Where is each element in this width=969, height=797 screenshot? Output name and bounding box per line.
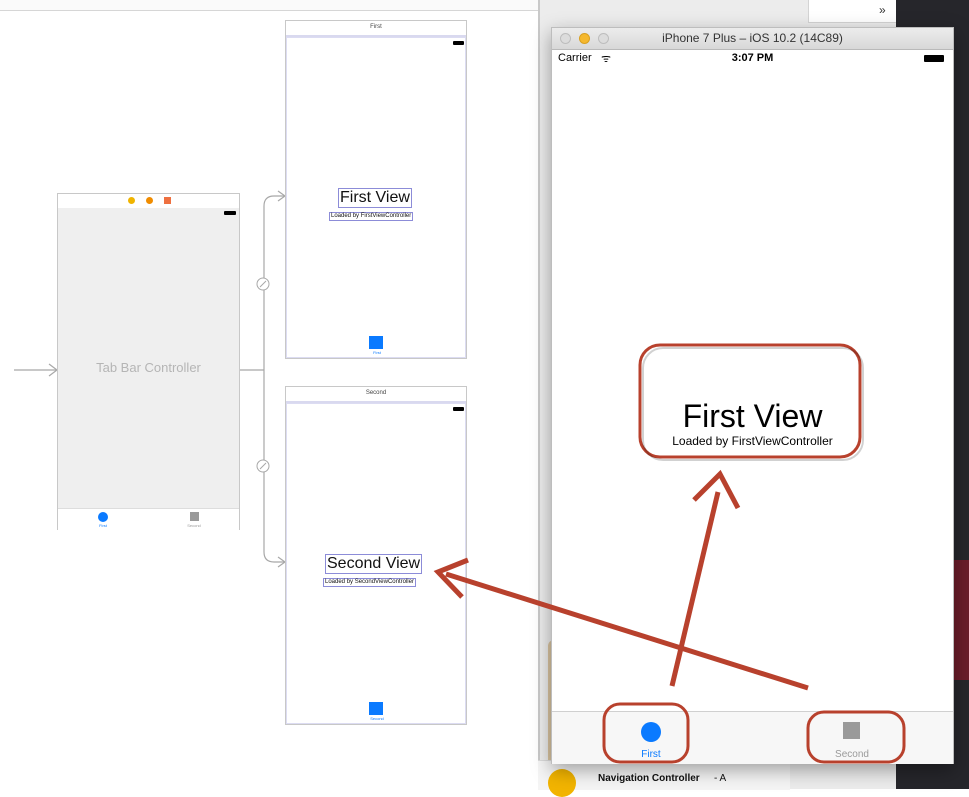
second-tab-square-icon[interactable] (190, 512, 199, 521)
status-time: 3:07 PM (731, 52, 774, 64)
navigation-controller-icon (548, 769, 576, 797)
tab-bar-controller-scene[interactable]: Tab Bar Controller First Second (57, 193, 240, 530)
first-scene-header: First (370, 24, 382, 30)
first-tab-icon[interactable] (641, 722, 661, 742)
panel-divider (538, 0, 540, 789)
second-scene-header: Second (365, 390, 387, 396)
second-scene-tab-label: Second (370, 716, 384, 721)
storyboard-canvas[interactable]: Tab Bar Controller First Second First Fi… (0, 0, 538, 789)
first-tab-label[interactable]: First (83, 523, 123, 528)
second-scene-view: Second View Loaded by SecondViewControll… (286, 403, 466, 724)
first-scene-view: First View Loaded by FirstViewController… (286, 37, 466, 358)
first-tab-circle-icon[interactable] (98, 512, 108, 522)
ios-status-bar: Carrier ᯤ 3:07 PM (552, 50, 953, 68)
first-tab-square-icon[interactable] (369, 336, 383, 349)
tab-bar: First Second (58, 508, 239, 530)
library-item-desc: - A (714, 773, 727, 784)
second-view-label[interactable]: Second View (325, 554, 423, 574)
more-chevron-icon[interactable]: » (879, 3, 886, 17)
exit-icon[interactable] (164, 197, 171, 204)
second-tab-square-icon[interactable] (369, 702, 383, 715)
first-tab-label[interactable]: First (622, 749, 680, 760)
second-tab-label[interactable]: Second (822, 749, 882, 760)
second-view-controller-scene[interactable]: Second Second View Loaded by SecondViewC… (285, 386, 467, 725)
battery-icon (453, 407, 464, 411)
editor-top-strip (0, 0, 538, 11)
second-view-sublabel[interactable]: Loaded by SecondViewController (323, 578, 416, 587)
simulator-window[interactable]: iPhone 7 Plus – iOS 10.2 (14C89) Carrier… (551, 27, 954, 764)
second-tab-icon[interactable] (843, 722, 860, 739)
initial-controller-arrow (14, 363, 58, 377)
first-view-sublabel[interactable]: Loaded by FirstViewController (329, 212, 414, 221)
view-controller-icon[interactable] (128, 197, 135, 204)
second-tab-label[interactable]: Second (174, 523, 214, 528)
tab-bar-controller-content: Tab Bar Controller (58, 208, 239, 508)
battery-icon (924, 55, 944, 62)
simulator-title: iPhone 7 Plus – iOS 10.2 (14C89) (662, 31, 843, 45)
ios-tab-bar: First Second (552, 711, 953, 764)
scene-dock (58, 194, 239, 209)
simulator-titlebar[interactable]: iPhone 7 Plus – iOS 10.2 (14C89) (552, 28, 953, 50)
first-view-label[interactable]: First View (338, 188, 412, 208)
battery-icon (453, 41, 464, 45)
relationship-segues (240, 190, 287, 568)
library-item-title: Navigation Controller (598, 773, 700, 784)
first-view-controller-scene[interactable]: First First View Loaded by FirstViewCont… (285, 20, 467, 359)
first-scene-tab-label: First (373, 350, 381, 355)
tab-bar-controller-title: Tab Bar Controller (96, 360, 201, 375)
toolbar-popover: » (808, 0, 900, 23)
first-view-title: First View (682, 398, 823, 434)
battery-icon (224, 211, 236, 215)
first-responder-icon[interactable] (146, 197, 153, 204)
library-item[interactable]: Navigation Controller - A (538, 760, 790, 797)
first-view-subtitle: Loaded by FirstViewController (672, 434, 833, 448)
